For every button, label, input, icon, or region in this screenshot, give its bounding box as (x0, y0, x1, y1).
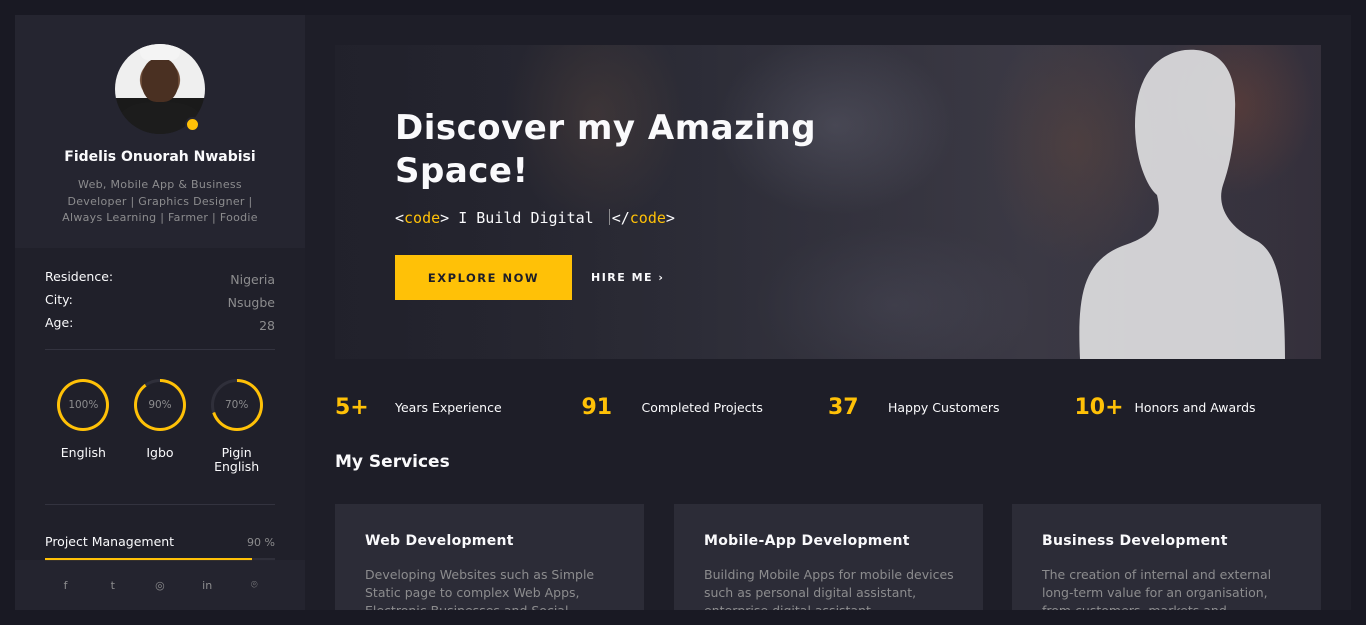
info-label: Age: (45, 315, 74, 330)
service-description: Developing Websites such as Simple Stati… (365, 567, 595, 610)
divider (45, 504, 275, 505)
service-title: Business Development (1042, 533, 1228, 549)
avatar-cap (140, 44, 180, 60)
typing-cursor (608, 209, 610, 225)
language-pigin-english: 70% Pigin English (207, 379, 267, 474)
service-card-web: Web Development Developing Websites such… (335, 504, 644, 610)
progress-ring: 90% (133, 379, 186, 431)
stats-counters: 5+ Years Experience 91 Completed Project… (335, 389, 1321, 425)
info-value: 28 (259, 318, 275, 333)
hero-title: Discover my Amazing Space! (395, 108, 817, 191)
instagram-icon[interactable]: ◎ (153, 579, 167, 592)
services-list: Web Development Developing Websites such… (335, 504, 1321, 610)
service-card-business: Business Development The creation of int… (1012, 504, 1321, 610)
twitter-icon[interactable]: t (106, 579, 120, 592)
counter-label: Completed Projects (641, 399, 763, 415)
facebook-icon[interactable]: f (59, 579, 73, 592)
counter-label: Years Experience (395, 399, 502, 415)
service-card-mobile: Mobile-App Development Building Mobile A… (674, 504, 983, 610)
counter-customers: 37 Happy Customers (828, 389, 1075, 425)
info-row-age: Age: 28 (45, 315, 275, 338)
language-label: English (60, 445, 106, 460)
progress-ring-value: 100% (60, 382, 107, 428)
person-silhouette (1079, 49, 1285, 359)
language-skills: 100% English 90% Igbo 70% Pigin English (45, 379, 275, 474)
chevron-right-icon: › (658, 271, 665, 284)
code-bracket: > (665, 209, 675, 227)
code-bracket: > (440, 209, 450, 227)
profile-bio: Web, Mobile App & Business Developer | G… (62, 178, 258, 224)
progress-ring-value: 70% (213, 382, 260, 428)
divider (45, 349, 275, 350)
skill-percent: 90 % (247, 536, 275, 549)
hire-me-button[interactable]: HIRE ME › (591, 271, 664, 284)
counter-projects: 91 Completed Projects (582, 389, 829, 425)
language-label: Igbo (146, 445, 174, 460)
counter-number: 37 (828, 394, 859, 420)
info-row-city: City: Nsugbe (45, 292, 275, 315)
info-value: Nsugbe (227, 295, 275, 310)
code-tag: code (629, 209, 666, 227)
skill-label: Project Management (45, 534, 175, 549)
hero-banner: Discover my Amazing Space! <code> I Buil… (335, 45, 1321, 359)
typed-code-line: <code> I Build Digital </code> (395, 209, 675, 227)
service-title: Web Development (365, 533, 514, 549)
skill-project-management: Project Management 90 % (45, 534, 275, 561)
language-igbo: 90% Igbo (130, 379, 190, 474)
service-description: The creation of internal and external lo… (1042, 567, 1272, 610)
profile-card: Fidelis Onuorah Nwabisi Web, Mobile App … (15, 15, 305, 248)
info-list: Residence: Nigeria City: Nsugbe Age: 28 (45, 269, 275, 338)
language-label: Pigin English (214, 445, 260, 474)
counter-label: Honors and Awards (1134, 399, 1256, 415)
info-row-residence: Residence: Nigeria (45, 269, 275, 292)
github-icon[interactable]: ⌾ (247, 578, 261, 592)
progress-ring-value: 90% (136, 382, 183, 428)
online-status-dot (185, 117, 200, 132)
language-english: 100% English (53, 379, 113, 474)
info-label: City: (45, 292, 73, 307)
progress-ring: 70% (210, 379, 263, 431)
counter-number: 5+ (335, 394, 369, 420)
counter-label: Happy Customers (888, 399, 1000, 415)
app-window: Fidelis Onuorah Nwabisi Web, Mobile App … (15, 15, 1351, 610)
services-section-title: My Services (335, 452, 450, 472)
code-bracket: < (395, 209, 405, 227)
social-links: f t ◎ in ⌾ (15, 560, 305, 610)
typed-text: I Build Digital (449, 209, 603, 227)
counter-number: 91 (581, 394, 613, 420)
service-description: Building Mobile Apps for mobile devices … (704, 567, 954, 610)
code-tag: code (404, 209, 441, 227)
info-value: Nigeria (230, 272, 275, 287)
counter-years: 5+ Years Experience (335, 389, 582, 425)
explore-now-button[interactable]: EXPLORE NOW (395, 255, 572, 300)
linkedin-icon[interactable]: in (200, 579, 214, 592)
profile-name: Fidelis Onuorah Nwabisi (64, 149, 256, 165)
counter-awards: 10+ Honors and Awards (1075, 389, 1322, 425)
code-bracket: </ (611, 209, 630, 227)
service-title: Mobile-App Development (704, 533, 910, 549)
info-label: Residence: (45, 269, 114, 284)
counter-number: 10+ (1074, 394, 1124, 420)
sidebar: Fidelis Onuorah Nwabisi Web, Mobile App … (15, 15, 305, 610)
hire-me-label: HIRE ME (591, 271, 654, 284)
progress-ring: 100% (57, 379, 110, 431)
skill-row: Project Management 90 % (45, 534, 275, 549)
avatar-face (142, 58, 178, 102)
main-content: Discover my Amazing Space! <code> I Buil… (305, 15, 1351, 610)
